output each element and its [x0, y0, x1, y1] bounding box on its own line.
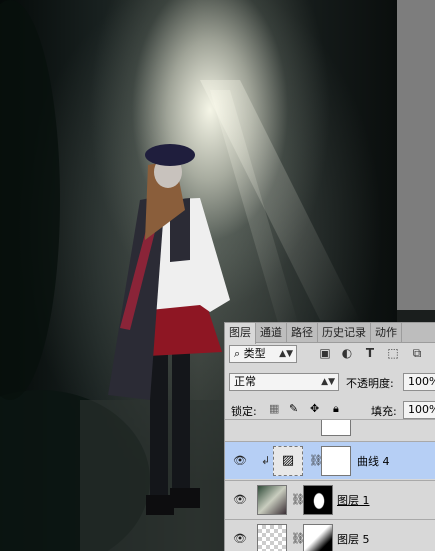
adjustment-filter-icon[interactable]: ◐	[339, 345, 355, 361]
workspace-background	[397, 0, 435, 310]
smart-object-filter-icon[interactable]: ⧉	[409, 345, 425, 361]
layer-row-curves-4[interactable]: 👁︎ ↲ ▨ ⛓︎ 曲线 4	[225, 441, 435, 479]
lock-paint-icon[interactable]: ✎	[289, 402, 298, 415]
blend-mode-select[interactable]: 正常 ▲▼	[229, 373, 339, 391]
lock-label: 锁定:	[231, 405, 257, 418]
image-thumbnail	[257, 485, 287, 515]
layer-row-partial[interactable]	[225, 419, 435, 441]
tab-paths[interactable]: 路径	[287, 323, 318, 342]
layer-filter-select[interactable]: ⌕ 类型 ▲▼	[229, 345, 297, 363]
tab-layers[interactable]: 图层	[225, 323, 256, 344]
layer-row-layer-1[interactable]: 👁︎ ⛓︎ 图层 1	[225, 480, 435, 518]
panel-tabs: 图层 通道 路径 历史记录 动作	[225, 323, 435, 344]
mask-thumbnail	[321, 420, 351, 436]
search-icon: ⌕	[234, 347, 244, 360]
layer-row-layer-5[interactable]: 👁︎ ⛓︎ 图层 5	[225, 519, 435, 551]
lock-transparent-icon[interactable]: ▦	[269, 402, 279, 415]
chevron-down-icon: ▲▼	[321, 377, 335, 387]
layers-panel: 图层 通道 路径 历史记录 动作 ⌕ 类型 ▲▼ ▣ ◐ T ⬚ ⧉ 正常 ▲▼…	[224, 322, 435, 551]
lock-all-icon[interactable]: 🔒︎	[333, 402, 339, 416]
layer-name: 曲线 4	[357, 455, 390, 468]
mask-thumbnail	[303, 485, 333, 515]
shape-filter-icon[interactable]: ⬚	[385, 345, 401, 361]
type-filter-icon[interactable]: T	[362, 345, 378, 361]
layer-name: 图层 5	[337, 533, 370, 546]
tab-actions[interactable]: 动作	[371, 323, 402, 342]
fill-label: 填充:	[371, 405, 397, 418]
opacity-input[interactable]: 100%	[403, 373, 435, 391]
curves-adjustment-thumbnail: ▨	[273, 446, 303, 476]
lock-position-icon[interactable]: ✥	[310, 402, 319, 415]
fill-input[interactable]: 100%	[403, 401, 435, 419]
tab-history[interactable]: 历史记录	[318, 323, 371, 342]
tab-channels[interactable]: 通道	[256, 323, 287, 342]
chevron-down-icon: ▲▼	[279, 349, 293, 359]
layer-name: 图层 1	[337, 494, 370, 507]
mask-thumbnail	[303, 524, 333, 551]
visibility-eye-icon[interactable]: 👁︎	[233, 532, 247, 545]
visibility-eye-icon[interactable]: 👁︎	[233, 493, 247, 506]
opacity-label: 不透明度:	[346, 377, 394, 390]
clip-arrow-icon: ↲	[261, 454, 271, 467]
visibility-eye-icon[interactable]: 👁︎	[233, 454, 247, 467]
image-filter-icon[interactable]: ▣	[317, 345, 333, 361]
transparent-thumbnail	[257, 524, 287, 551]
mask-thumbnail	[321, 446, 351, 476]
